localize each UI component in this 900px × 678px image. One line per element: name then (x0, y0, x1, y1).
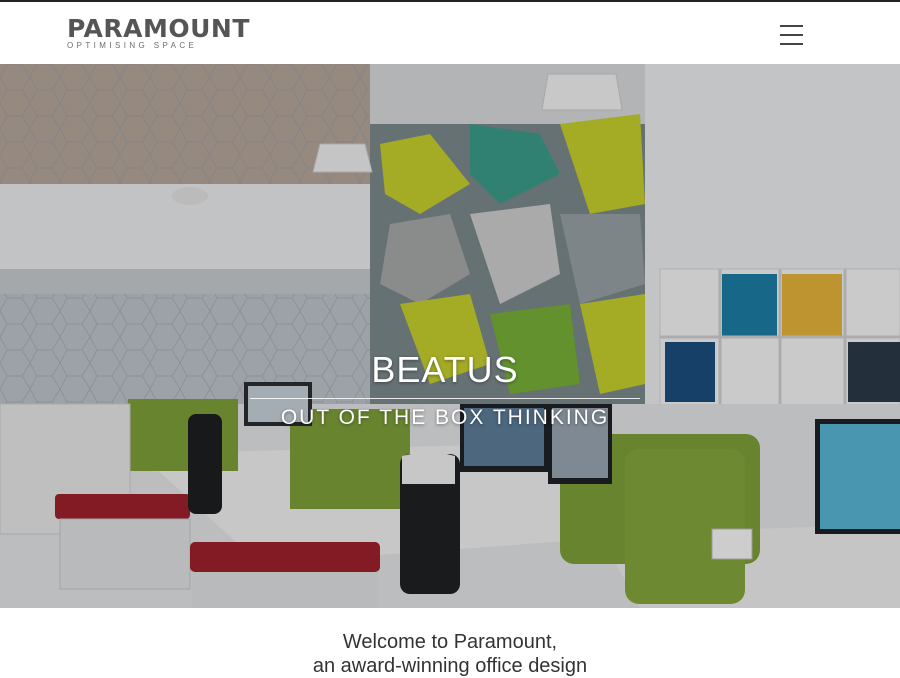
site-header: PARAMOUNT OPTIMISING SPACE (0, 2, 900, 64)
welcome-heading: Welcome to Paramount, an award-winning o… (0, 630, 900, 678)
hero-banner: BEATUS OUT OF THE BOX THINKING (0, 64, 900, 608)
brand-logo[interactable]: PARAMOUNT OPTIMISING SPACE (67, 14, 250, 51)
hero-subtitle: OUT OF THE BOX THINKING (280, 406, 610, 429)
welcome-line-1: Welcome to Paramount, (342, 631, 558, 653)
hero-title: BEATUS (371, 349, 519, 390)
brand-name: PARAMOUNT (67, 14, 250, 43)
hamburger-menu-icon[interactable] (778, 22, 806, 48)
welcome-line-2: an award-winning office design (312, 655, 588, 677)
hero-overlay (0, 64, 900, 608)
hero-divider (250, 398, 640, 399)
